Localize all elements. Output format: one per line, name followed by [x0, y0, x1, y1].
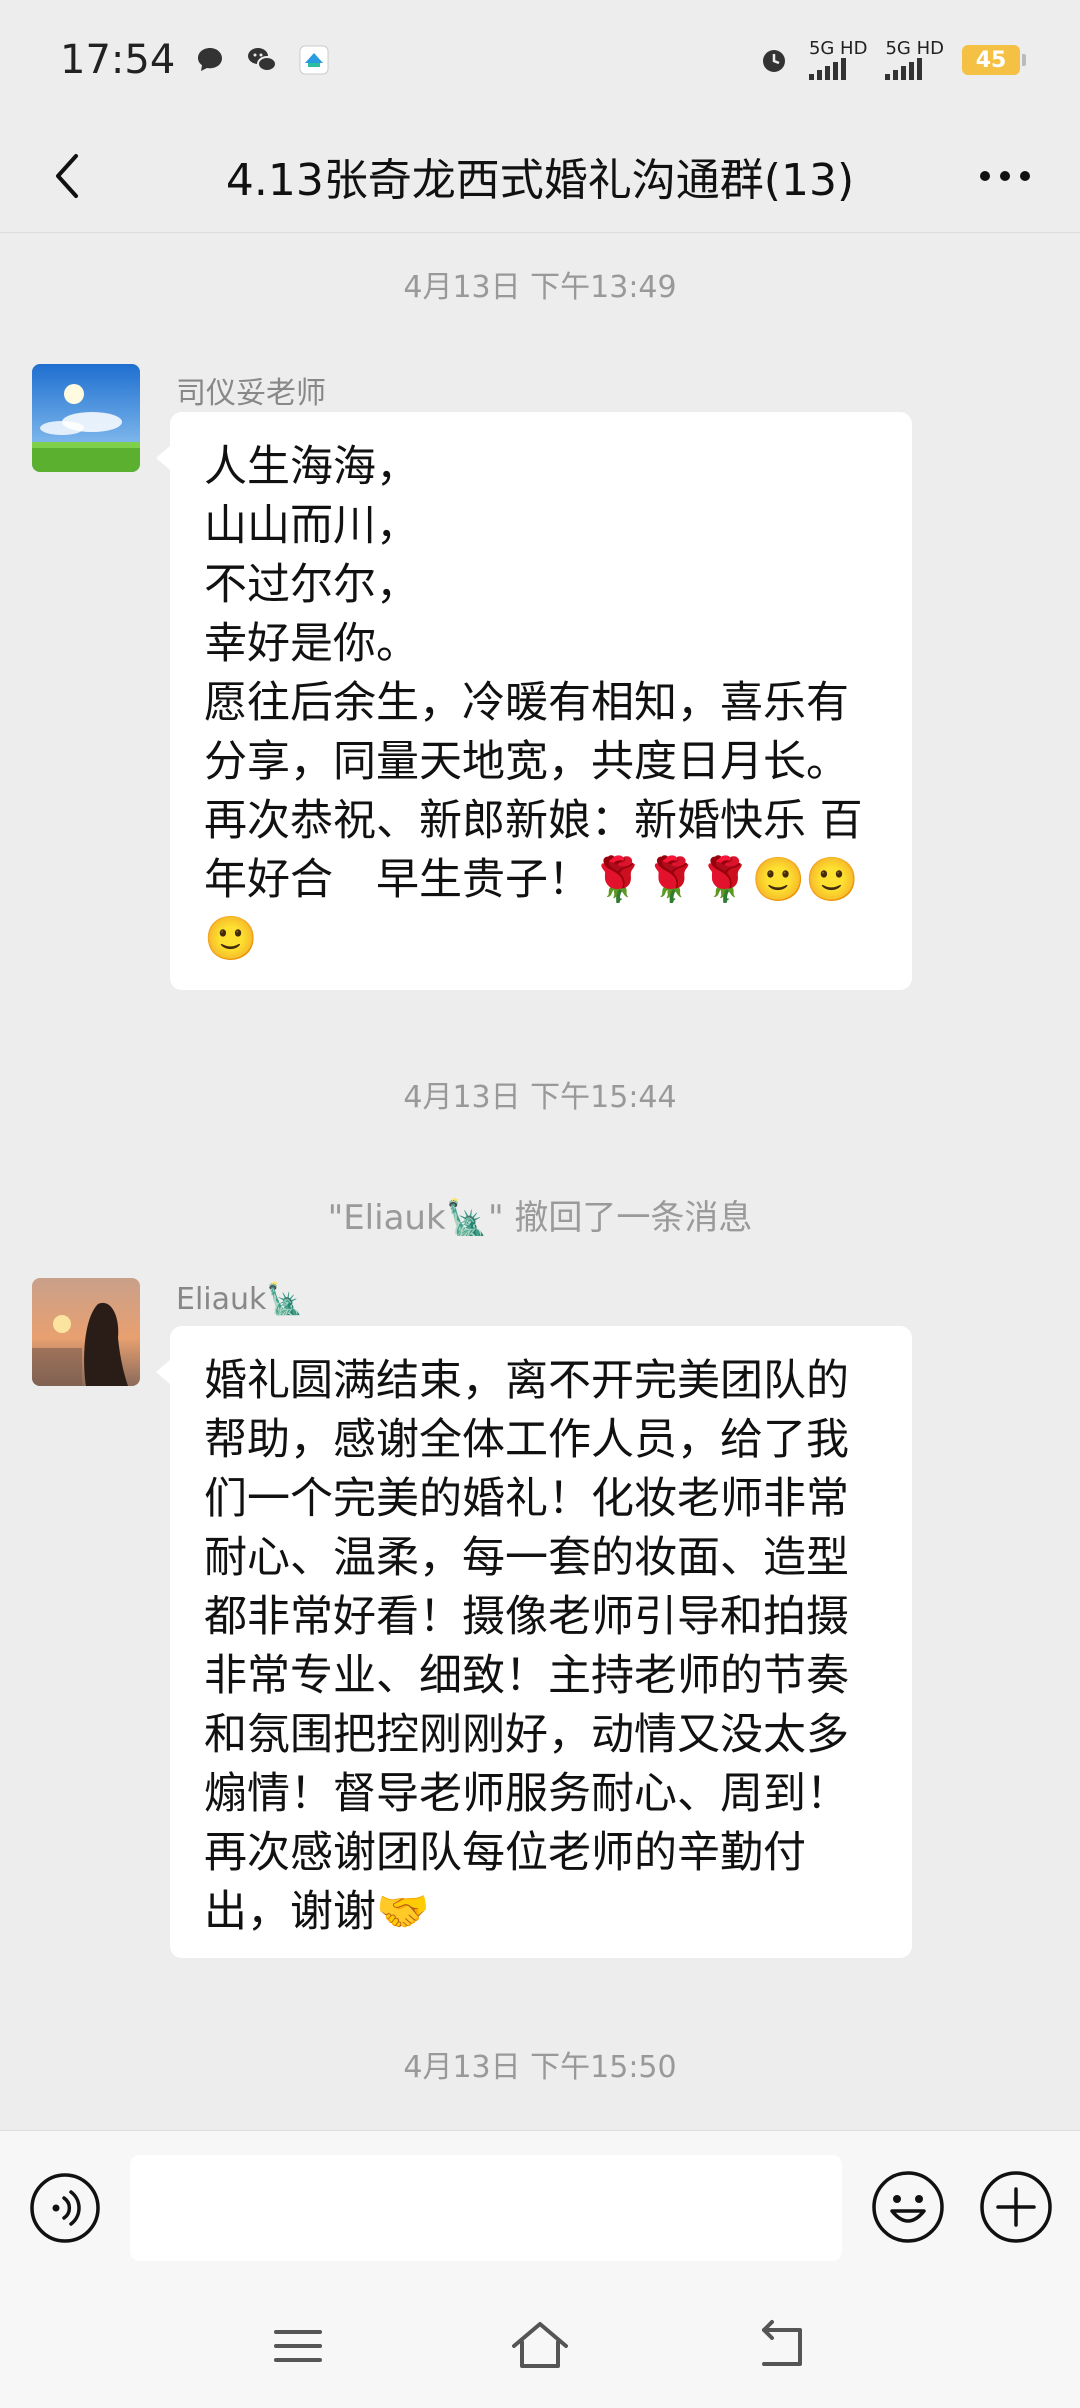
avatar[interactable] — [32, 364, 140, 472]
plus-button[interactable] — [978, 2169, 1054, 2245]
status-left: 17:54 — [60, 37, 331, 83]
battery-icon: 45 — [962, 45, 1026, 75]
avatar[interactable] — [32, 1278, 140, 1386]
message-input[interactable] — [130, 2155, 842, 2261]
status-time: 17:54 — [60, 37, 176, 83]
alarm-icon — [762, 50, 785, 72]
signal-icon — [885, 58, 923, 80]
sky-landscape-avatar — [32, 364, 140, 472]
home-button[interactable] — [508, 2314, 572, 2378]
chat-title: 4.13张奇龙西式婚礼沟通群(13) — [225, 155, 855, 206]
signal-1: 5G HD — [808, 38, 868, 80]
network-label-2: 5G HD — [885, 38, 944, 59]
input-bar — [0, 2130, 1080, 2285]
menu-button[interactable] — [266, 2314, 330, 2378]
voice-input-icon — [30, 2173, 100, 2243]
status-bar: 17:54 5G HD 5G HD 45 — [0, 0, 1080, 120]
back-button[interactable] — [40, 148, 96, 204]
message-bubble-icon — [198, 48, 223, 71]
signal-icon — [808, 58, 846, 80]
menu-icon — [274, 2330, 322, 2362]
system-nav-bar — [0, 2284, 1080, 2408]
back-nav-button[interactable] — [750, 2314, 814, 2378]
battery-level: 45 — [975, 47, 1007, 73]
sunset-portrait-avatar — [32, 1278, 140, 1386]
chat-area[interactable]: 4月13日 下午13:49 司仪妥老师 人生海海， 山山而川， 不过尔尔， 幸好… — [0, 232, 1080, 2130]
status-right: 5G HD 5G HD 45 — [757, 38, 1026, 80]
message-bubble[interactable]: 人生海海， 山山而川， 不过尔尔， 幸好是你。 愿往后余生，冷暖有相知，喜乐有分… — [156, 412, 912, 990]
message-bubble[interactable]: 婚礼圆满结束，离不开完美团队的帮助，感谢全体工作人员，给了我们一个完美的婚礼！化… — [156, 1326, 912, 1958]
network-label-1: 5G HD — [808, 38, 868, 59]
sender-name: 司仪妥老师 — [176, 376, 326, 411]
plus-icon — [980, 2171, 1052, 2243]
voice-button[interactable] — [28, 2171, 102, 2245]
chat-header: 4.13张奇龙西式婚礼沟通群(13) — [0, 120, 1080, 233]
emoji-icon — [872, 2171, 944, 2243]
app-notification-icon — [299, 45, 329, 75]
sender-name: Eliauk🗽 — [176, 1282, 304, 1317]
chevron-left-icon — [56, 154, 78, 198]
wechat-icon — [248, 48, 278, 72]
more-dots-icon — [980, 171, 1030, 181]
recall-notice: "Eliauk🗽" 撤回了一条消息 — [327, 1198, 753, 1238]
back-icon — [762, 2320, 802, 2366]
timestamp: 4月13日 下午15:44 — [403, 1080, 677, 1115]
timestamp: 4月13日 下午15:50 — [403, 2050, 677, 2085]
signal-2: 5G HD — [885, 40, 944, 80]
timestamp: 4月13日 下午13:49 — [403, 270, 677, 305]
home-icon — [512, 2322, 568, 2368]
more-button[interactable] — [970, 148, 1040, 204]
emoji-button[interactable] — [870, 2169, 946, 2245]
